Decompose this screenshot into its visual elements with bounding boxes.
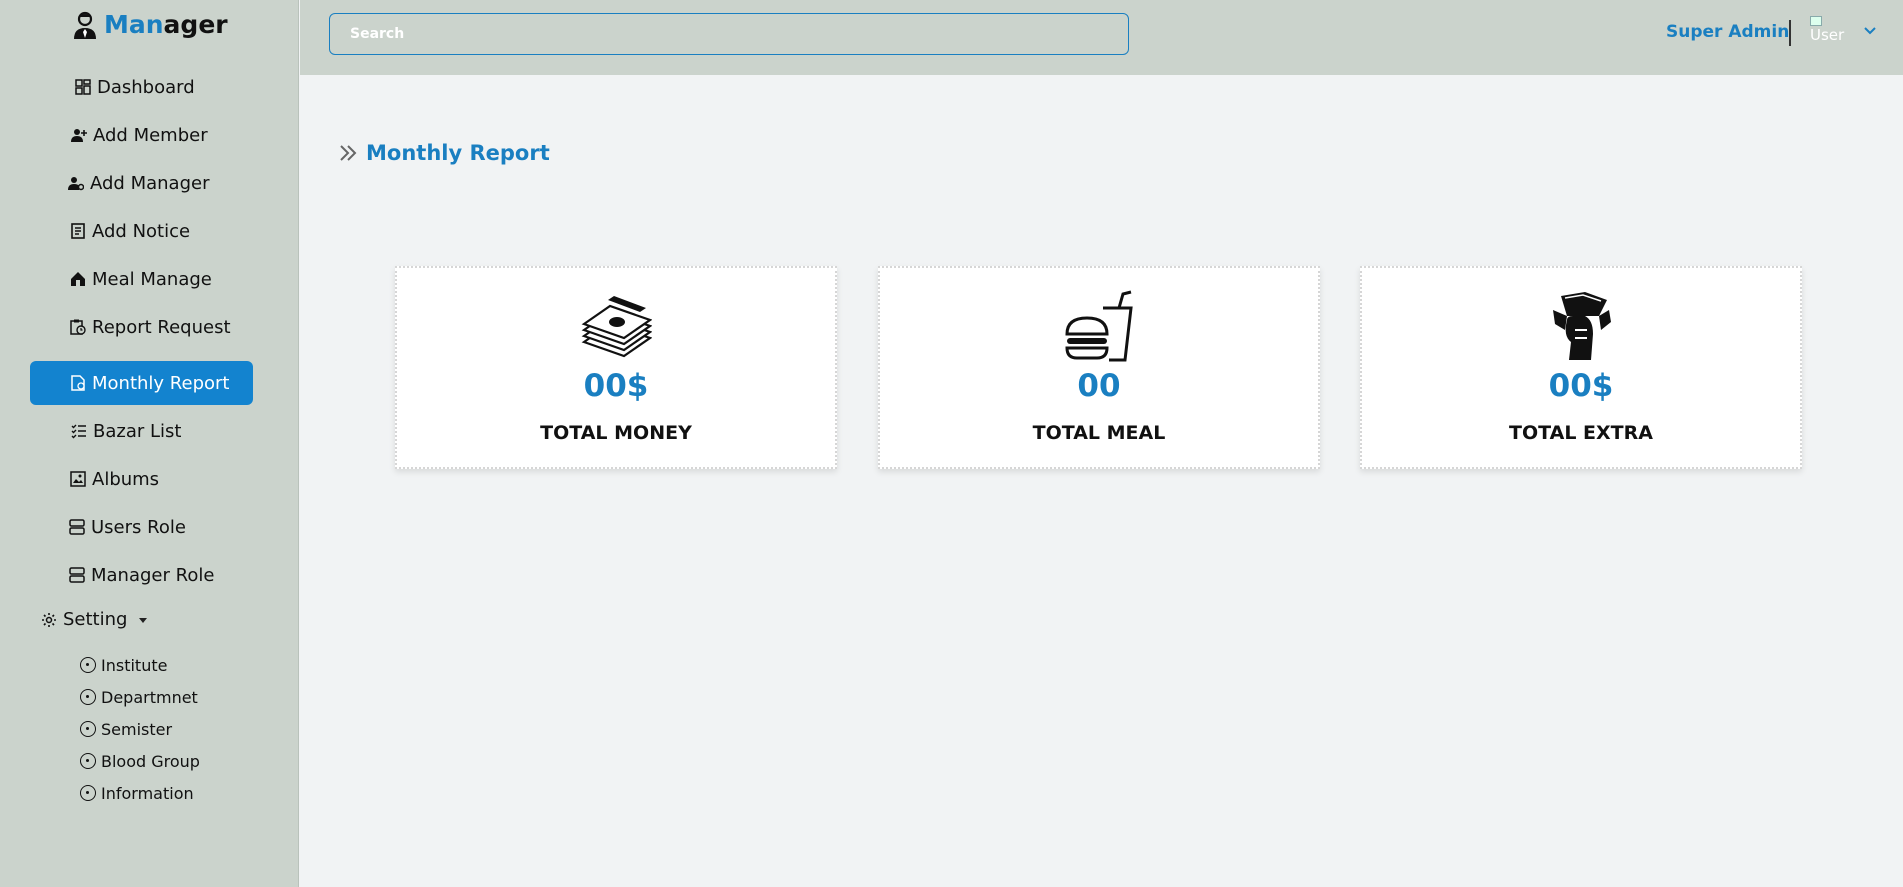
image-album-icon <box>70 471 86 487</box>
subitem-label: Institute <box>101 655 168 675</box>
server-list-icon <box>69 519 85 535</box>
notice-document-icon <box>71 223 85 239</box>
sidebar-item-label: Meal Manage <box>92 268 212 290</box>
sidebar-item-label: Bazar List <box>93 420 182 442</box>
sidebar-item-users-role[interactable]: Users Role <box>69 513 186 541</box>
checklist-icon <box>71 424 86 439</box>
avatar-alt-text: User <box>1810 26 1845 44</box>
sidebar-item-label: Add Manager <box>90 172 210 194</box>
circle-dot-icon <box>80 721 96 737</box>
subitem-label: Blood Group <box>101 751 200 771</box>
sidebar-setting-toggle[interactable]: Setting <box>41 609 148 630</box>
total-money-value: 00$ <box>583 368 649 404</box>
sidebar-subitem-blood-group[interactable]: Blood Group <box>80 750 200 772</box>
sidebar-item-label: Add Member <box>93 124 208 146</box>
brand-name-part1: Man <box>104 10 164 39</box>
burger-drink-icon <box>1065 290 1133 362</box>
broken-image-icon <box>1810 16 1822 26</box>
sidebar-subitem-institute[interactable]: Institute <box>80 654 167 676</box>
report-document-icon <box>71 375 85 391</box>
search-input[interactable] <box>329 13 1129 55</box>
page-title-text: Monthly Report <box>366 141 550 165</box>
sidebar-item-albums[interactable]: Albums <box>70 465 159 493</box>
hand-money-icon <box>1553 292 1611 360</box>
subitem-label: Semister <box>101 719 173 739</box>
subitem-label: Departmnet <box>101 687 198 707</box>
page-title: Monthly Report <box>338 141 550 165</box>
circle-dot-icon <box>80 753 96 769</box>
stat-card-total-meal: 00 TOTAL MEAL <box>878 266 1320 469</box>
sidebar-item-dashboard[interactable]: Dashboard <box>75 73 195 101</box>
total-money-label: TOTAL MONEY <box>540 422 692 444</box>
sidebar-item-add-manager[interactable]: Add Manager <box>68 169 209 197</box>
sidebar-item-label: Dashboard <box>97 76 195 98</box>
avatar[interactable]: User <box>1810 16 1854 50</box>
sidebar-item-label: Report Request <box>92 316 231 338</box>
home-icon <box>71 272 85 286</box>
double-chevron-right-icon <box>340 145 357 161</box>
sidebar-item-label: Monthly Report <box>92 372 230 394</box>
total-meal-label: TOTAL MEAL <box>1032 422 1166 444</box>
gear-icon <box>42 612 56 627</box>
manager-person-icon <box>74 11 96 39</box>
circle-dot-icon <box>80 785 96 801</box>
sidebar-item-report-request[interactable]: Report Request <box>70 313 231 341</box>
sidebar-item-label: Manager Role <box>91 564 215 586</box>
sidebar-item-label: Users Role <box>91 516 186 538</box>
brand-name-part2: ager <box>163 10 228 39</box>
sidebar-item-add-notice[interactable]: Add Notice <box>70 217 190 245</box>
total-extra-label: TOTAL EXTRA <box>1509 422 1653 444</box>
total-meal-value: 00 <box>1077 368 1121 404</box>
caret-down-icon <box>139 618 148 623</box>
sidebar-item-label: Add Notice <box>92 220 191 242</box>
sidebar-item-monthly-report[interactable]: Monthly Report <box>30 361 253 405</box>
sidebar-item-meal-manage[interactable]: Meal Manage <box>70 265 212 293</box>
circle-dot-icon <box>80 657 96 673</box>
money-stack-icon <box>581 296 652 358</box>
top-header: Super Admin User <box>300 0 1903 75</box>
sidebar-item-bazar-list[interactable]: Bazar List <box>71 417 181 445</box>
user-plus-icon <box>71 129 87 142</box>
circle-dot-icon <box>80 689 96 705</box>
sidebar-item-add-member[interactable]: Add Member <box>71 121 208 149</box>
dashboard-grid-icon <box>75 79 91 95</box>
sidebar-subitem-semister[interactable]: Semister <box>80 718 172 740</box>
header-divider <box>1789 20 1791 46</box>
user-name[interactable]: Super Admin <box>1666 22 1789 42</box>
sidebar-subitem-information[interactable]: Information <box>80 782 194 804</box>
sidebar: Manager Dashboard Add Member Add Manager… <box>0 0 299 887</box>
clipboard-clock-icon <box>70 319 86 335</box>
sidebar-item-manager-role[interactable]: Manager Role <box>69 561 214 589</box>
stat-card-total-money: 00$ TOTAL MONEY <box>395 266 837 469</box>
total-extra-value: 00$ <box>1548 368 1614 404</box>
chevron-down-icon[interactable] <box>1863 24 1877 38</box>
sidebar-item-label: Albums <box>92 468 160 490</box>
server-list-icon <box>69 567 85 583</box>
user-gear-icon <box>68 177 84 191</box>
sidebar-subitem-department[interactable]: Departmnet <box>80 686 198 708</box>
stat-card-total-extra: 00$ TOTAL EXTRA <box>1360 266 1802 469</box>
subitem-label: Information <box>101 783 194 803</box>
setting-label: Setting <box>63 609 128 630</box>
brand-logo[interactable]: Manager <box>72 10 228 39</box>
